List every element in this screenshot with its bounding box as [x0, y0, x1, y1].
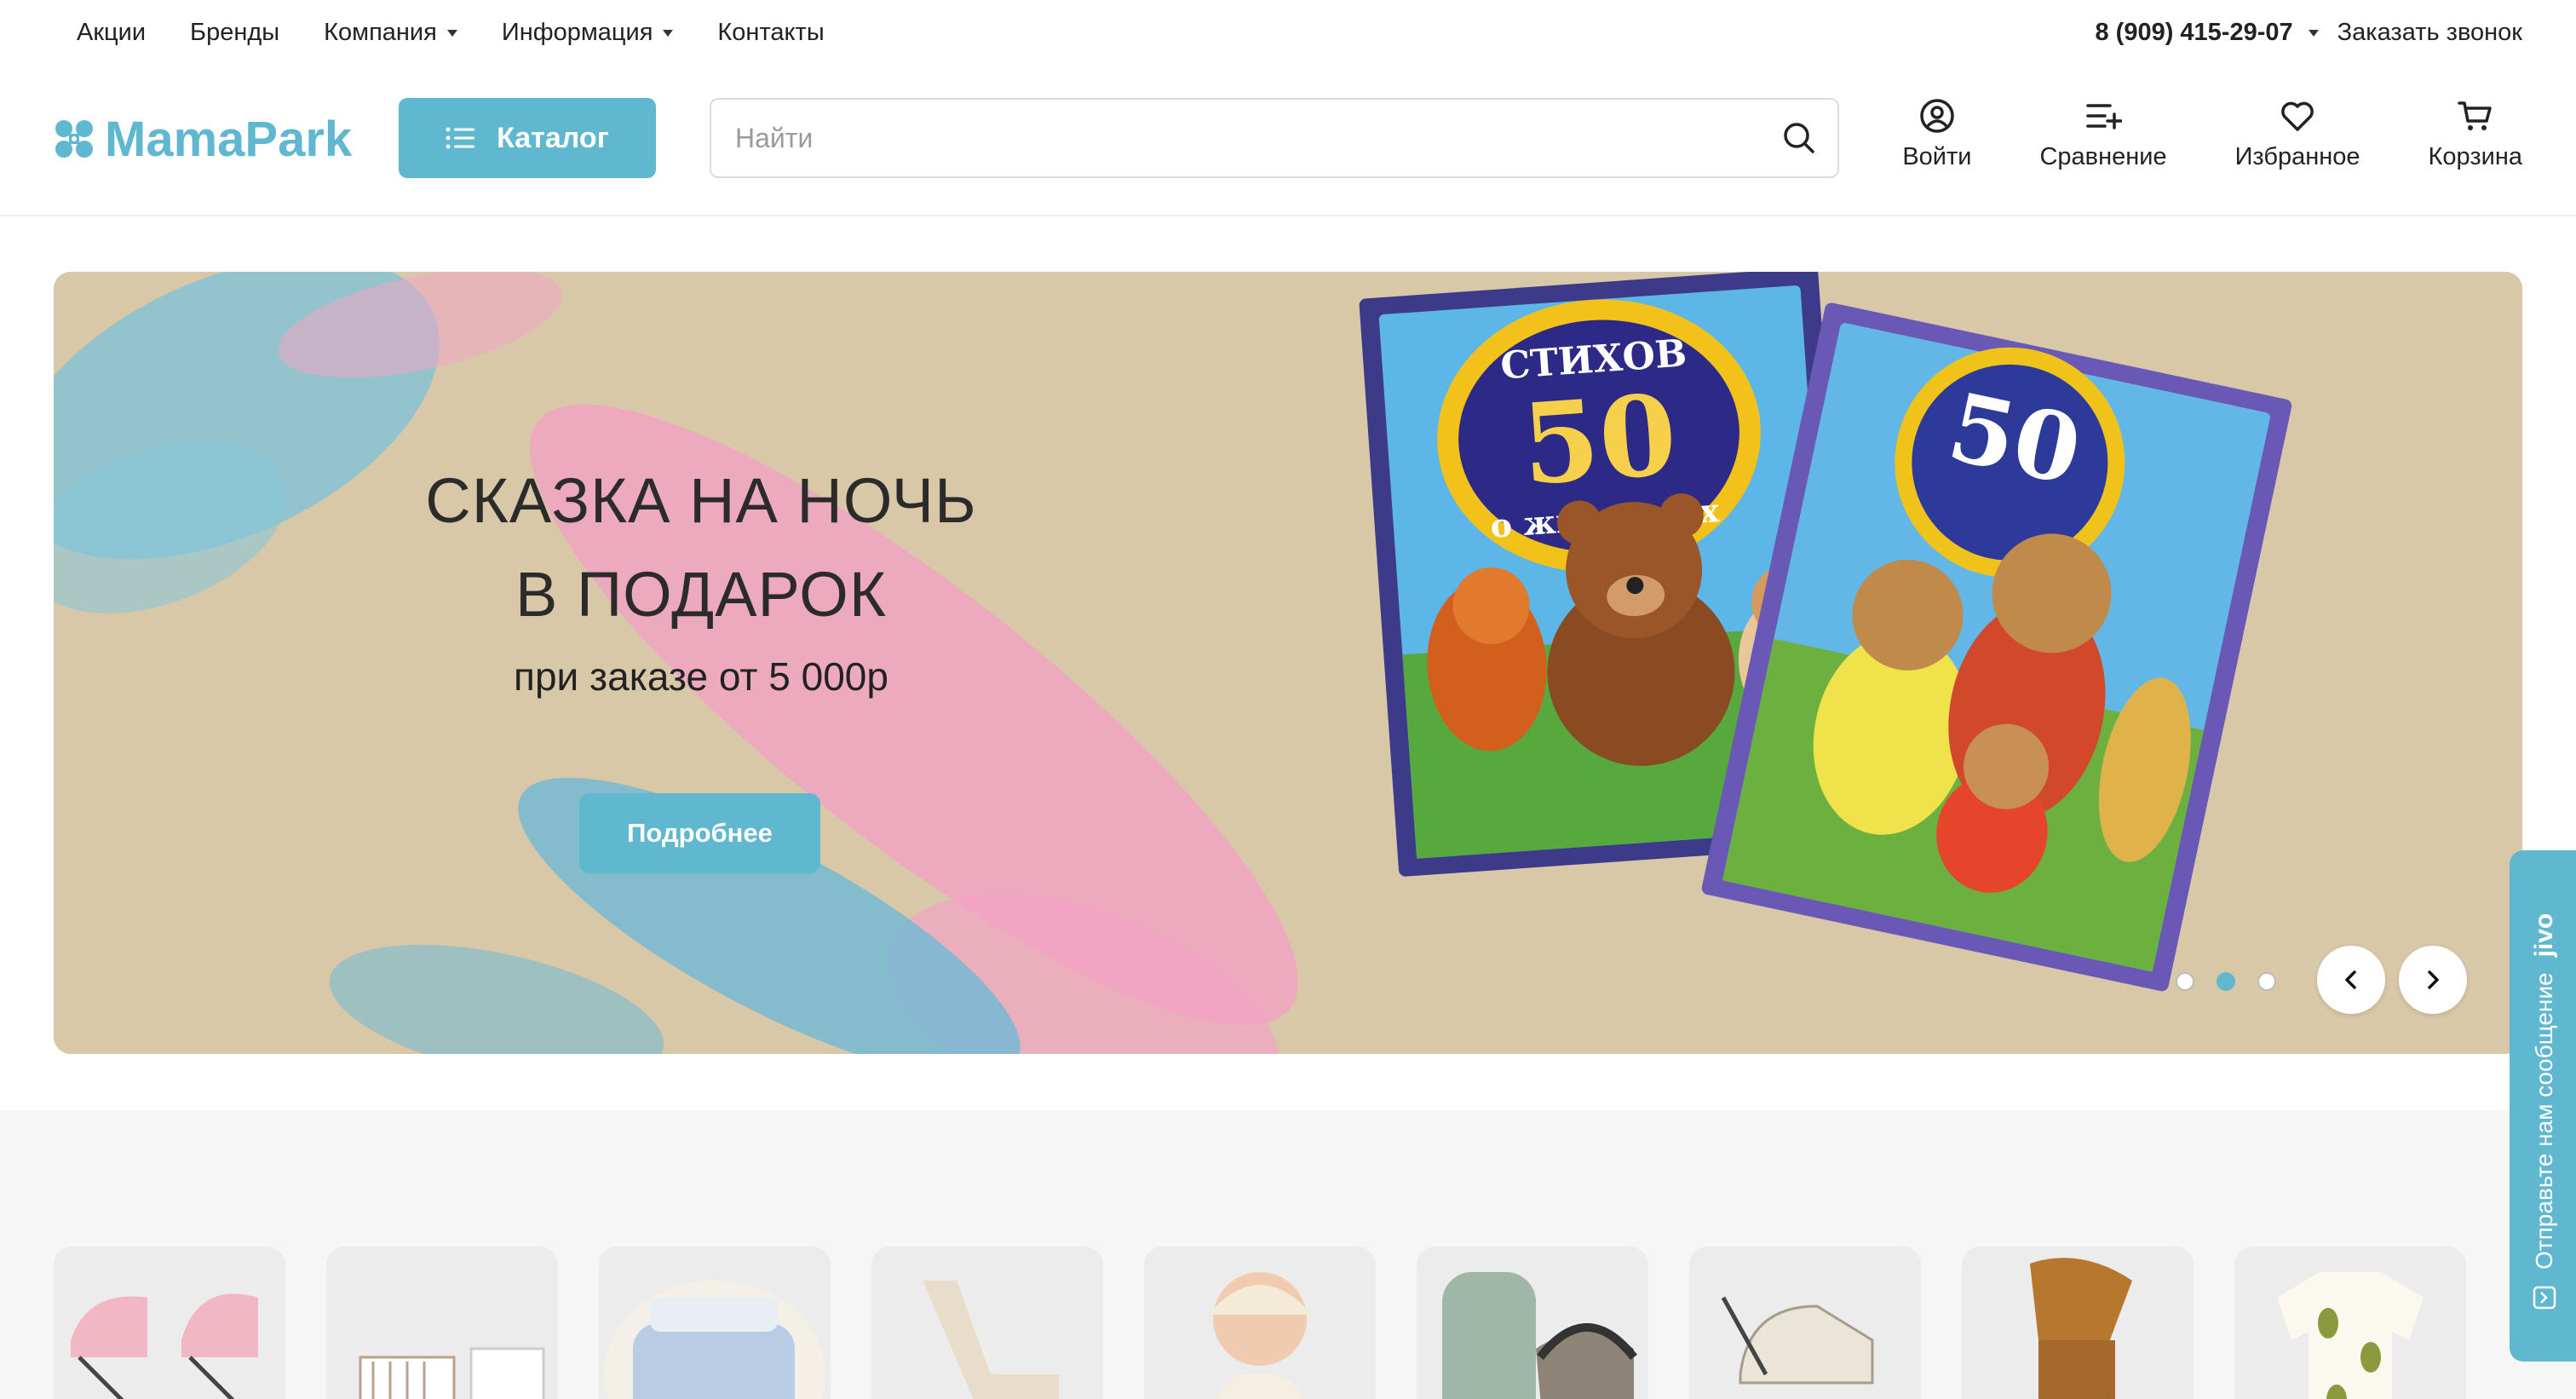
jivo-logo: jivo [2530, 913, 2558, 958]
topnav-label: Информация [501, 19, 653, 46]
login-button[interactable]: Войти [1902, 97, 1971, 171]
chat-widget-text: Отправьте нам сообщение [2531, 972, 2557, 1269]
caret-down-icon [663, 29, 674, 37]
bedding-icon [604, 1281, 825, 1399]
bodysuit-icon [2277, 1272, 2424, 1399]
phone-number: 8 (909) 415-29-07 [2095, 19, 2293, 46]
cart-button[interactable]: Корзина [2429, 97, 2522, 171]
rocking-chair-icon [923, 1281, 1059, 1399]
compare-label: Сравнение [2039, 143, 2167, 170]
favorites-button[interactable]: Избранное [2235, 97, 2360, 171]
slider-dot-1[interactable] [2176, 972, 2194, 991]
search-button[interactable] [1761, 100, 1837, 176]
caret-down-icon [2308, 29, 2319, 37]
phone-dropdown[interactable]: 8 (909) 415-29-07 [2095, 19, 2319, 47]
book1-number-text: 50 [1518, 370, 1681, 510]
banner-title: СКАЗКА НА НОЧЬ В ПОДАРОК [54, 454, 1348, 642]
logo-text: MamaPark [105, 111, 353, 167]
login-label: Войти [1902, 143, 1972, 170]
baby-clothes-icon [1208, 1272, 1312, 1399]
chevron-left-icon [2345, 970, 2356, 989]
chat-icon [2533, 1286, 2556, 1310]
car-seat-icon [1442, 1272, 1637, 1399]
catalog-label: Каталог [497, 121, 609, 154]
search-input[interactable] [711, 100, 1761, 176]
search-box [710, 98, 1839, 178]
category-list [54, 1246, 2466, 1399]
banner-subtitle: при заказе от 5 000р [514, 654, 888, 699]
top-contacts: 8 (909) 415-29-07 Заказать звонок [2095, 19, 2522, 47]
more-details-button[interactable]: Подробнее [579, 793, 820, 873]
categories-section [0, 1110, 2576, 1399]
category-card-newborn[interactable] [1144, 1246, 1376, 1399]
category-card-furniture[interactable] [326, 1246, 558, 1399]
callback-link[interactable]: Заказать звонок [2337, 19, 2522, 47]
topnav-item-promotions[interactable]: Акции [77, 19, 146, 47]
slider-dot-3[interactable] [2257, 972, 2276, 991]
slider-dots [2176, 972, 2276, 991]
logo-butterfly-icon [55, 120, 93, 158]
category-card-walking-strollers[interactable] [1962, 1246, 2194, 1399]
topnav-label: Контакты [717, 19, 825, 46]
compare-button[interactable]: Сравнение [2039, 97, 2167, 171]
topnav-label: Акции [77, 19, 147, 46]
topnav-label: Бренды [190, 19, 280, 46]
category-card-strollers[interactable] [54, 1246, 285, 1399]
user-icon [1920, 99, 1954, 133]
caret-down-icon [446, 29, 457, 37]
header-actions: Войти Сравнение Избранное Корзина [1902, 97, 2522, 171]
compare-icon [2086, 104, 2123, 130]
category-card-prams[interactable] [1689, 1246, 1921, 1399]
topnav-item-company[interactable]: Компания [324, 19, 457, 47]
category-card-car-seats[interactable] [1417, 1246, 1648, 1399]
slider-dot-2[interactable] [2217, 972, 2235, 991]
chevron-right-icon [2428, 970, 2439, 989]
slider-next-button[interactable] [2399, 946, 2467, 1014]
banner-title-line1: СКАЗКА НА НОЧЬ [425, 465, 977, 536]
search-icon [1784, 123, 1814, 153]
crib-dresser-icon [359, 1347, 545, 1399]
slider-prev-button[interactable] [2317, 946, 2385, 1014]
topnav-item-contacts[interactable]: Контакты [717, 19, 824, 47]
top-bar: Акции Бренды Компания Информация Контакт… [0, 0, 2576, 72]
category-card-clothes[interactable] [2234, 1246, 2466, 1399]
category-card-bedding[interactable] [599, 1246, 831, 1399]
topnav-item-brands[interactable]: Бренды [190, 19, 279, 47]
heart-icon [2281, 101, 2314, 131]
header: MamaPark Каталог Войти [0, 72, 2576, 216]
list-icon [446, 127, 475, 149]
chat-widget-label: Отправьте нам сообщение jivo [2530, 913, 2559, 1310]
catalog-button[interactable]: Каталог [399, 98, 656, 178]
pram-icon [1721, 1296, 1874, 1385]
favorites-label: Избранное [2234, 143, 2360, 170]
walking-stroller-icon [2030, 1258, 2132, 1399]
topnav-label: Компания [324, 19, 437, 46]
chat-widget[interactable]: Отправьте нам сообщение jivo [2510, 850, 2576, 1362]
category-card-rocking-chairs[interactable] [871, 1246, 1103, 1399]
promo-banner: СТИХОВ 50 о животных 50 [54, 272, 2522, 1054]
stroller-pink-icon [71, 1293, 258, 1399]
top-navigation: Акции Бренды Компания Информация Контакт… [77, 19, 825, 47]
banner-title-line2: В ПОДАРОК [515, 559, 887, 630]
logo[interactable]: MamaPark [54, 107, 352, 170]
topnav-item-information[interactable]: Информация [502, 19, 674, 47]
cart-icon [2458, 101, 2492, 130]
cart-label: Корзина [2428, 143, 2522, 170]
